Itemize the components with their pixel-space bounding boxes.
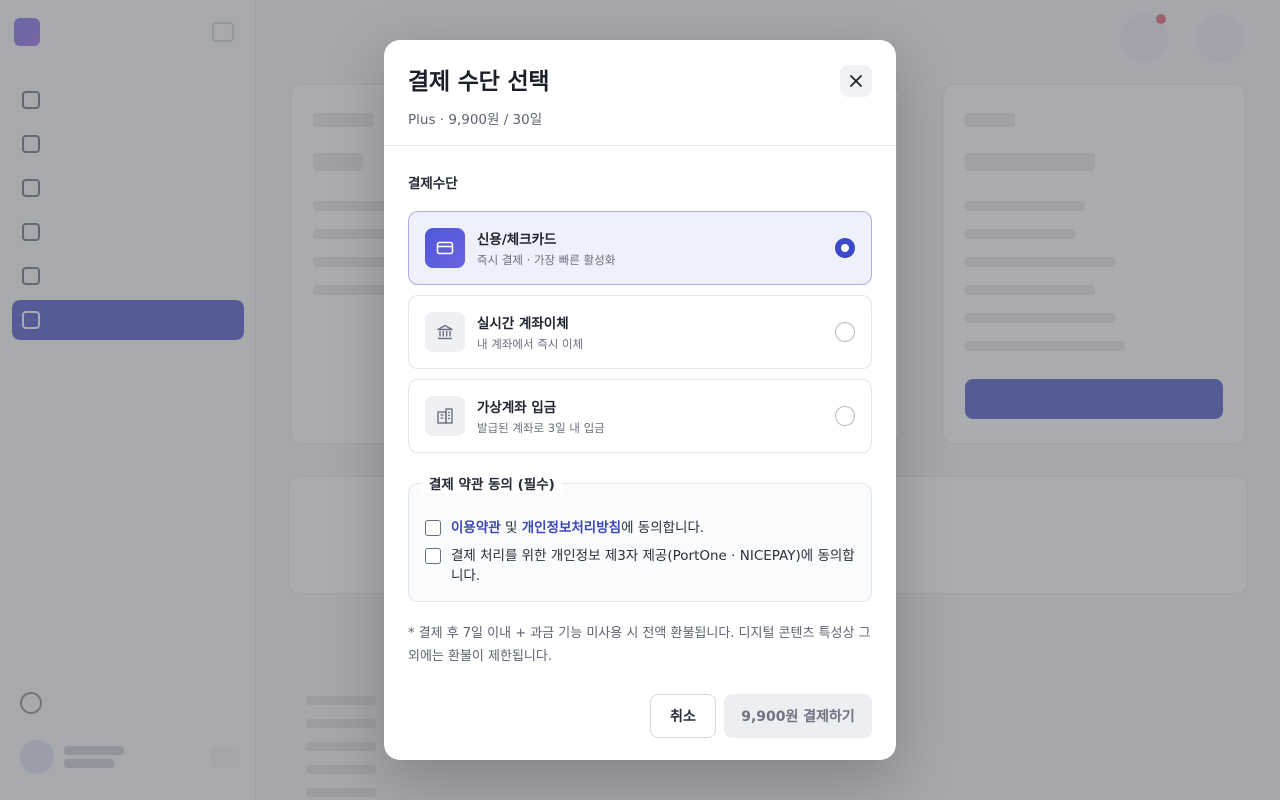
payment-option-card[interactable]: 신용/체크카드 즉시 결제 · 가장 빠른 활성화 xyxy=(408,211,872,285)
payment-option-desc: 즉시 결제 · 가장 빠른 활성화 xyxy=(477,253,616,267)
payment-option-text: 가상계좌 입금 발급된 계좌로 3일 내 입금 xyxy=(477,396,605,436)
modal-header: 결제 수단 선택 Plus · 9,900원 / 30일 xyxy=(384,40,896,146)
payment-option-virtual-account[interactable]: 가상계좌 입금 발급된 계좌로 3일 내 입금 xyxy=(408,379,872,453)
payment-section-label: 결제수단 xyxy=(408,176,458,192)
terms-checkbox[interactable] xyxy=(425,520,441,536)
terms-legend: 결제 약관 동의 (필수) xyxy=(421,473,563,493)
refund-note: * 결제 후 7일 이내 + 과금 기능 미사용 시 전액 환불됩니다. 디지털… xyxy=(408,626,871,664)
radio-unselected[interactable] xyxy=(835,406,855,426)
payment-method-list: 신용/체크카드 즉시 결제 · 가장 빠른 활성화 실시간 계좌이체 내 계좌에… xyxy=(408,211,872,453)
third-party-agree-text: 결제 처리를 위한 개인정보 제3자 제공(PortOne · NICEPAY)… xyxy=(451,548,855,584)
terms-link[interactable]: 이용약관 xyxy=(451,520,501,536)
close-button[interactable] xyxy=(840,65,872,97)
cancel-button[interactable]: 취소 xyxy=(650,694,716,738)
radio-selected[interactable] xyxy=(835,238,855,258)
modal-subtitle: Plus · 9,900원 / 30일 xyxy=(408,112,543,128)
terms-agree-row: 이용약관 및 개인정보처리방침에 동의합니다. xyxy=(425,518,855,538)
radio-unselected[interactable] xyxy=(835,322,855,342)
payment-option-name: 신용/체크카드 xyxy=(477,232,557,248)
building-icon xyxy=(425,396,465,436)
terms-agree-suffix: 에 동의합니다. xyxy=(621,520,705,536)
payment-option-bank-transfer[interactable]: 실시간 계좌이체 내 계좌에서 즉시 이체 xyxy=(408,295,872,369)
terms-agree-text: 이용약관 및 개인정보처리방침에 동의합니다. xyxy=(451,518,704,538)
modal-footer: 취소 9,900원 결제하기 xyxy=(650,694,872,738)
bank-icon xyxy=(425,312,465,352)
payment-option-name: 가상계좌 입금 xyxy=(477,400,557,416)
third-party-checkbox[interactable] xyxy=(425,548,441,564)
privacy-policy-link[interactable]: 개인정보처리방침 xyxy=(522,520,621,536)
payment-option-desc: 발급된 계좌로 3일 내 입금 xyxy=(477,421,605,435)
pay-button[interactable]: 9,900원 결제하기 xyxy=(724,694,872,738)
terms-and-text: 및 xyxy=(500,520,522,536)
close-icon xyxy=(850,75,862,87)
payment-option-name: 실시간 계좌이체 xyxy=(477,316,569,332)
terms-agreement-box: 결제 약관 동의 (필수) 이용약관 및 개인정보처리방침에 동의합니다. 결제… xyxy=(408,473,872,602)
payment-option-text: 실시간 계좌이체 내 계좌에서 즉시 이체 xyxy=(477,312,583,352)
modal-body: 결제수단 신용/체크카드 즉시 결제 · 가장 빠른 활성화 실시간 계좌이체 xyxy=(384,172,896,668)
payment-option-desc: 내 계좌에서 즉시 이체 xyxy=(477,337,584,351)
third-party-agree-row: 결제 처리를 위한 개인정보 제3자 제공(PortOne · NICEPAY)… xyxy=(425,546,855,586)
payment-method-modal: 결제 수단 선택 Plus · 9,900원 / 30일 결제수단 신용/체크카… xyxy=(384,40,896,760)
modal-title: 결제 수단 선택 xyxy=(408,69,550,95)
credit-card-icon xyxy=(425,228,465,268)
payment-option-text: 신용/체크카드 즉시 결제 · 가장 빠른 활성화 xyxy=(477,228,615,268)
